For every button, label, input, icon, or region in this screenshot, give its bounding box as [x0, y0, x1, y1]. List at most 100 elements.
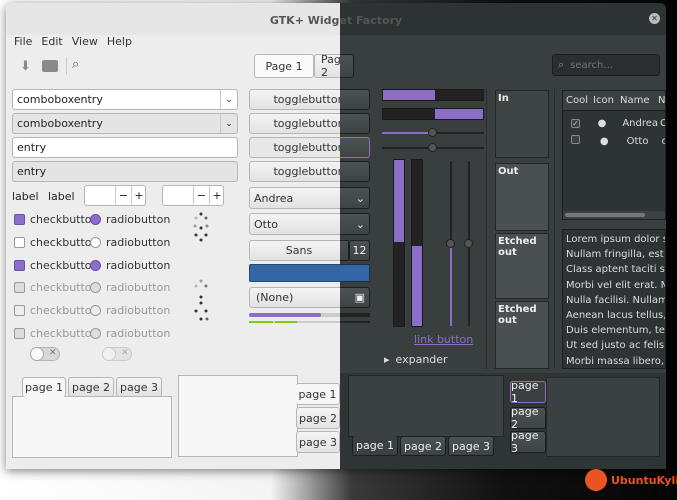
radio-selected-icon[interactable] [90, 214, 101, 225]
radiobutton-selected[interactable]: radiobutton [90, 213, 170, 226]
page2-switcher-button[interactable]: Page 2 [314, 53, 340, 79]
chevron-down-icon[interactable]: ⌄ [340, 213, 370, 235]
tab-page2-left[interactable]: page 2 [510, 405, 546, 431]
spinbutton-1[interactable]: − + [84, 185, 146, 206]
vertical-slider-2[interactable] [464, 161, 473, 326]
tab-page2-bottom[interactable]: page 2 [400, 436, 446, 456]
file-chooser-button[interactable]: (None) [249, 287, 340, 308]
folder-icon[interactable] [42, 60, 58, 72]
tab-page1-bottom[interactable]: page 1 [352, 436, 398, 456]
checkbutton-inconsistent[interactable]: checkbutton [14, 259, 99, 272]
menu-edit[interactable]: Edit [41, 35, 62, 48]
slider-knob[interactable] [428, 143, 437, 152]
checkbox-icon[interactable] [14, 237, 25, 248]
menu-help[interactable]: Help [107, 35, 132, 48]
column-icon[interactable]: Icon [591, 95, 618, 106]
column-cool[interactable]: Cool [563, 95, 591, 106]
combobox-andrea[interactable]: Andrea [249, 187, 340, 209]
switch-off[interactable]: ✕ [30, 347, 60, 361]
spinbutton-2[interactable]: − + [162, 185, 224, 206]
search-input[interactable] [568, 58, 653, 72]
table-row[interactable]: ✓ ● Andrea C [563, 115, 665, 131]
link-button[interactable]: link button [414, 333, 473, 346]
font-button-tail[interactable] [340, 240, 349, 261]
vertical-slider-1[interactable] [446, 161, 455, 326]
column-name[interactable]: Name [618, 95, 656, 106]
page2-switcher-tail[interactable] [340, 54, 354, 78]
entry-field-2[interactable]: entry [12, 161, 238, 182]
checkbox-disabled-icon [14, 305, 25, 316]
togglebutton-3[interactable]: togglebutton [249, 137, 340, 158]
tab-page3-side[interactable]: page 3 [296, 431, 340, 453]
minus-icon[interactable]: − [115, 186, 131, 205]
checkbutton-unchecked[interactable]: checkbutton [14, 236, 99, 249]
combobox-otto[interactable]: Otto [249, 213, 340, 235]
scrollbar-thumb[interactable] [565, 213, 645, 217]
minus-icon[interactable]: − [193, 186, 209, 205]
plus-icon[interactable]: + [131, 186, 146, 205]
radio-mixed-icon[interactable] [90, 260, 101, 271]
close-icon[interactable]: ✕ [649, 13, 660, 24]
expander[interactable]: ▸ expander [384, 353, 448, 366]
checkbutton-checked[interactable]: checkbutton [14, 213, 99, 226]
vertical-scrollbar-2[interactable] [411, 159, 423, 327]
search-field[interactable]: ⌕ [552, 54, 660, 76]
togglebutton-1-tail[interactable] [340, 89, 370, 110]
tab-page1-left[interactable]: page 1 [510, 379, 546, 405]
checkbox-icon[interactable] [571, 135, 580, 144]
horizontal-scrollbar-2[interactable] [382, 108, 484, 120]
horizontal-scrollbar-1[interactable] [382, 89, 484, 101]
tab-page2[interactable]: page 2 [68, 377, 114, 397]
horizontal-slider-1[interactable] [382, 128, 484, 137]
color-button-tail[interactable] [340, 264, 370, 282]
plus-icon[interactable]: + [209, 186, 224, 205]
tab-page3-left[interactable]: page 3 [510, 429, 546, 455]
togglebutton-2[interactable]: togglebutton [249, 113, 340, 134]
checkbox-mixed-icon[interactable] [14, 260, 25, 271]
tab-page1-side[interactable]: page 1 [296, 383, 340, 405]
download-icon[interactable]: ⬇ [20, 59, 31, 74]
combobox-entry-1[interactable]: comboboxentry ⌄ [12, 89, 238, 110]
chevron-down-icon[interactable]: ⌄ [340, 187, 370, 209]
menu-file[interactable]: File [14, 35, 32, 48]
togglebutton-1[interactable]: togglebutton [249, 89, 340, 110]
togglebutton-4-tail[interactable] [340, 161, 370, 182]
search-icon[interactable]: ⌕ [72, 57, 79, 72]
slider-knob[interactable] [464, 239, 473, 248]
entry-field-1[interactable]: entry [12, 137, 238, 158]
radiobutton-inconsistent[interactable]: radiobutton [90, 259, 170, 272]
main-window: File Edit View Help ⬇ ⌕ Page 1 Page 2 co… [6, 3, 666, 469]
label-1: label [12, 190, 39, 203]
radio-icon[interactable] [90, 237, 101, 248]
tree-view[interactable]: Cool Icon Name N ✓ ● Andrea C ● Otto c [562, 90, 666, 220]
font-size-button[interactable]: 12 [349, 240, 370, 261]
togglebutton-4[interactable]: togglebutton [249, 161, 340, 182]
checkbox-checked-icon[interactable]: ✓ [571, 118, 580, 128]
page1-switcher-button[interactable]: Page 1 [254, 54, 314, 78]
column-n[interactable]: N [656, 95, 665, 106]
togglebutton-3-tail[interactable] [340, 137, 370, 158]
chevron-down-icon[interactable]: ⌄ [220, 90, 237, 109]
combobox-entry-2[interactable]: comboboxentry ⌄ [12, 113, 238, 134]
tab-page3[interactable]: page 3 [116, 377, 162, 397]
text-view[interactable]: Lorem ipsum dolor sit Nullam fringilla, … [562, 229, 666, 369]
radiobutton-unselected[interactable]: radiobutton [90, 236, 170, 249]
folder-icon[interactable]: ▣ [340, 287, 370, 308]
vertical-scrollbar-1[interactable] [393, 159, 405, 327]
chevron-down-icon[interactable]: ⌄ [220, 114, 237, 133]
tab-page2-side[interactable]: page 2 [296, 407, 340, 429]
color-button[interactable] [249, 264, 340, 282]
horizontal-slider-2[interactable] [382, 143, 484, 152]
font-button[interactable]: Sans [249, 240, 340, 261]
tab-page1[interactable]: page 1 [22, 377, 66, 397]
table-row[interactable]: ● Otto c [563, 133, 665, 149]
togglebutton-2-tail[interactable] [340, 113, 370, 134]
notebook-bottom-panel [348, 375, 504, 437]
menu-view[interactable]: View [72, 35, 98, 48]
checkbox-checked-icon[interactable] [14, 214, 25, 225]
tab-page3-bottom[interactable]: page 3 [448, 436, 494, 456]
slider-knob[interactable] [446, 239, 455, 248]
slider-knob[interactable] [428, 128, 437, 137]
file-chooser-text: (None) [256, 291, 294, 304]
horizontal-scrollbar[interactable] [563, 211, 665, 219]
